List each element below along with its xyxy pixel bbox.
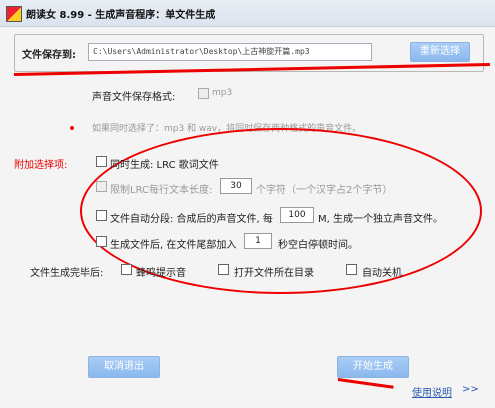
silence-suffix: 秒空白停顿时间。	[278, 240, 358, 251]
title-bar: 朗读女 8.99 - 生成声音程序：单文件生成	[0, 0, 495, 27]
limit-lrc-checkbox[interactable]	[96, 181, 107, 192]
lrc-label: 同时生成: LRC 歌词文件	[110, 160, 219, 171]
silence-label: 生成文件后, 在文件尾部加入	[110, 240, 237, 251]
limit-lrc-input[interactable]: 30	[220, 178, 252, 194]
options-label: 附加选择项:	[14, 160, 68, 171]
chevron-right-icon[interactable]: >>	[462, 384, 479, 395]
mp3-checkbox[interactable]	[198, 88, 209, 99]
open-dir-label: 打开文件所在目录	[234, 268, 314, 279]
split-size-input[interactable]: 100	[280, 207, 314, 223]
shutdown-checkbox[interactable]	[346, 264, 357, 275]
split-checkbox[interactable]	[96, 210, 107, 221]
after-label: 文件生成完毕后:	[30, 268, 104, 279]
silence-seconds-input[interactable]: 1	[244, 233, 272, 249]
cancel-button[interactable]: 取消退出	[88, 356, 160, 378]
save-path-field[interactable]: C:\Users\Administrator\Desktop\上古神旋开篇.mp…	[88, 43, 372, 61]
limit-lrc-label: 限制LRC每行文本长度:	[110, 185, 213, 196]
split-suffix: M, 生成一个独立声音文件。	[318, 214, 443, 225]
annotation-dot	[70, 126, 74, 130]
annotation-underline-start	[337, 378, 394, 389]
help-link[interactable]: 使用说明	[412, 384, 452, 399]
beep-checkbox[interactable]	[121, 264, 132, 275]
format-label: 声音文件保存格式:	[92, 92, 176, 103]
split-label: 文件自动分段: 合成后的声音文件, 每	[110, 214, 273, 225]
app-icon	[6, 6, 22, 22]
shutdown-label: 自动关机	[362, 268, 402, 279]
browse-button[interactable]: 重新选择	[410, 42, 470, 62]
limit-lrc-suffix: 个字符（一个汉字占2个字节）	[256, 185, 393, 196]
beep-label: 蜂鸣提示音	[136, 268, 186, 279]
lrc-checkbox[interactable]	[96, 156, 107, 167]
mp3-label: mp3	[212, 88, 233, 98]
silence-checkbox[interactable]	[96, 236, 107, 247]
save-location-label: 文件保存到:	[22, 50, 76, 61]
window-title: 朗读女 8.99 - 生成声音程序：单文件生成	[26, 10, 216, 21]
open-dir-checkbox[interactable]	[218, 264, 229, 275]
start-button[interactable]: 开始生成	[337, 356, 409, 378]
